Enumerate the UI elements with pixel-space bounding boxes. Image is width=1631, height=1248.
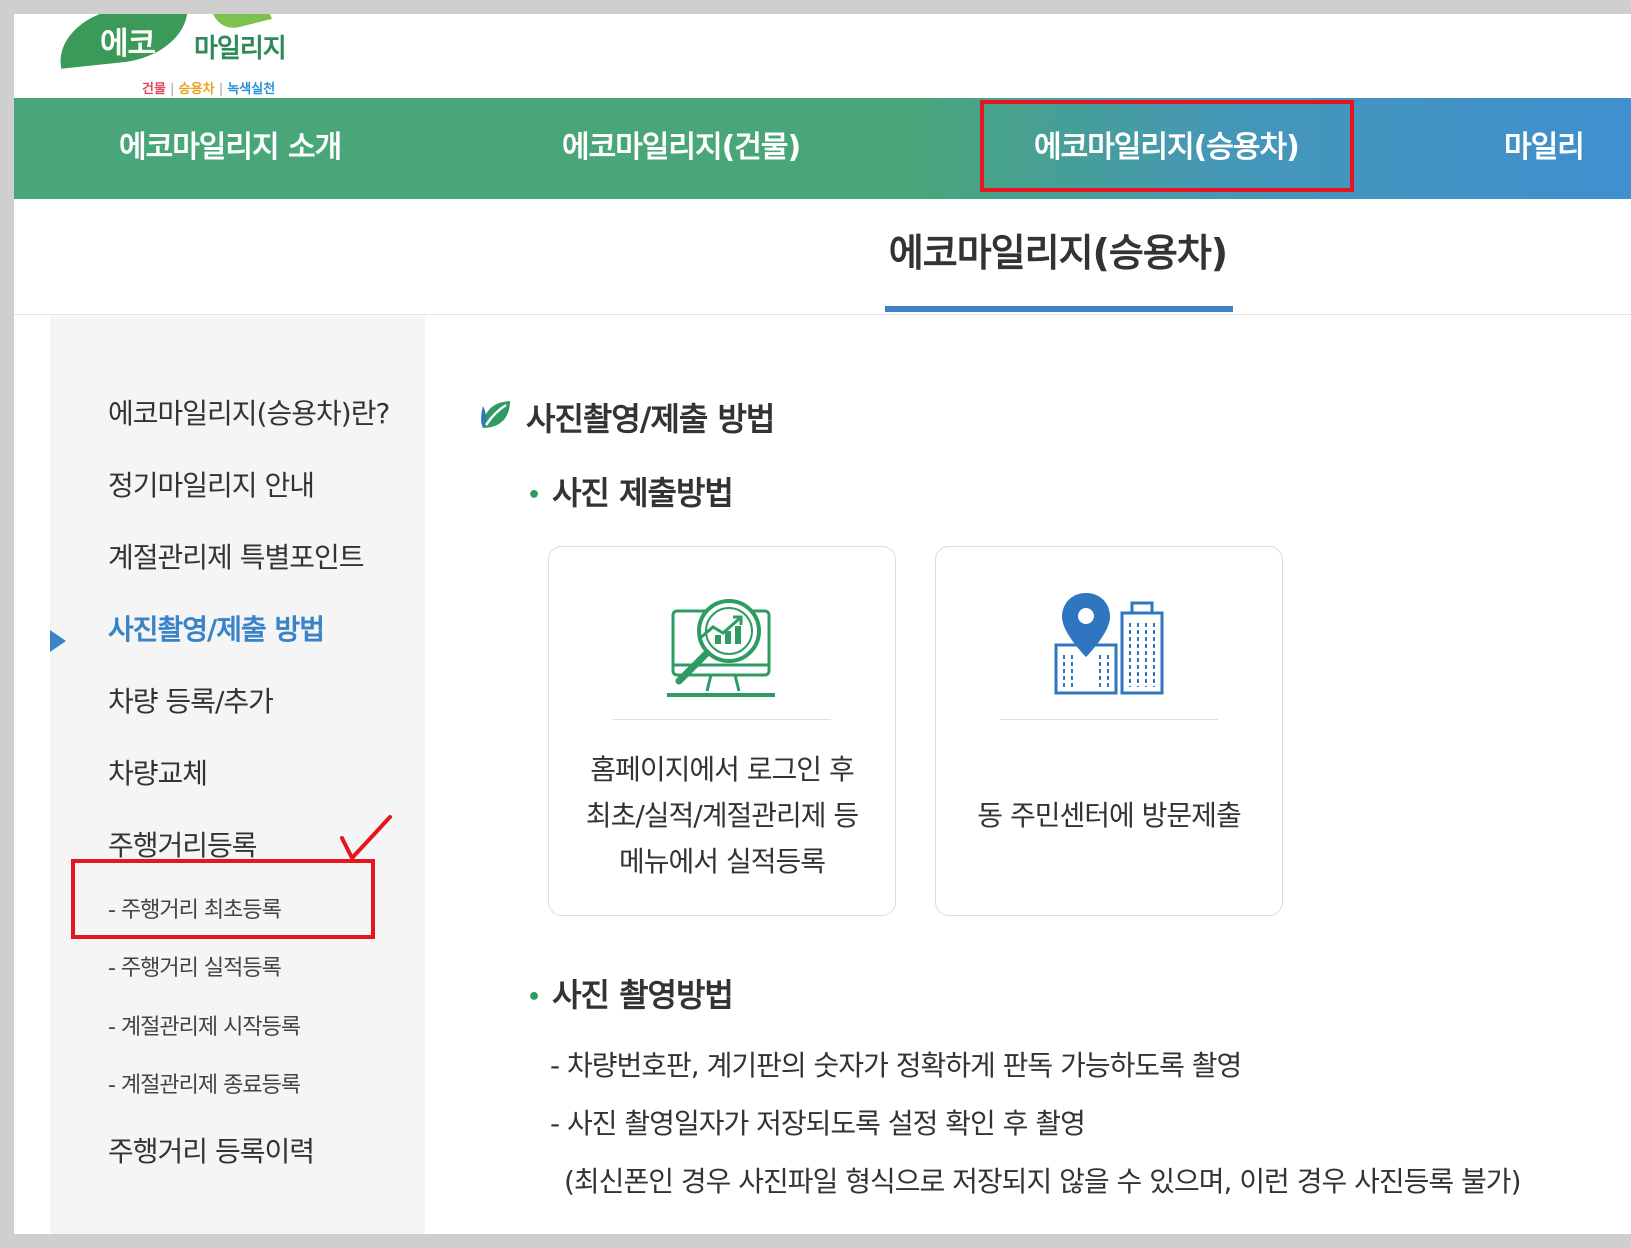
nav-highlight-box — [980, 100, 1354, 192]
sidebar-item-about[interactable]: 에코마일리지(승용차)란? — [108, 392, 390, 432]
sidebar-item-regular-mileage[interactable]: 정기마일리지 안내 — [108, 464, 315, 504]
sidebar-subitem-season-start[interactable]: - 계절관리제 시작등록 — [108, 1009, 301, 1041]
site-logo[interactable]: 에코 마일리지 건물 | 승용차 | 녹색실천 — [55, 14, 318, 106]
submit-method-heading: • 사진 제출방법 — [527, 468, 734, 514]
card-visit-line-1: 동 주민센터에 방문제출 — [977, 799, 1241, 832]
title-divider — [14, 314, 1631, 315]
page-title: 에코마일리지(승용차) — [888, 231, 1228, 275]
shoot-method-line-2: - 사진 촬영일자가 저장되도록 설정 확인 후 촬영 — [550, 1107, 1086, 1140]
nav-item-intro[interactable]: 에코마일리지 소개 — [119, 98, 342, 199]
logo-tagline: 건물 | 승용차 | 녹색실천 — [142, 78, 275, 97]
shoot-method-title: 사진 촬영방법 — [552, 976, 734, 1014]
card-online-text: 홈페이지에서 로그인 후 최초/실적/계절관리제 등 메뉴에서 실적등록 — [549, 747, 895, 885]
sidebar-item-vehicle-register[interactable]: 차량 등록/추가 — [108, 680, 274, 720]
subitem-highlight-box — [71, 859, 375, 939]
sidebar-item-distance-register[interactable]: 주행거리등록 — [108, 824, 258, 864]
nav-item-mileage[interactable]: 마일리 — [1504, 98, 1585, 199]
red-checkmark-icon — [340, 815, 392, 860]
bullet-dot: • — [527, 984, 541, 1010]
shoot-method-line-1: - 차량번호판, 계기판의 숫자가 정확하게 판독 가능하도록 촬영 — [550, 1049, 1242, 1082]
card-divider — [1000, 719, 1218, 720]
logo-brand-sub: 마일리지 — [194, 34, 287, 64]
location-building-icon — [1054, 593, 1164, 695]
logo-tagline-building: 건물 — [142, 82, 166, 97]
sidebar-item-vehicle-replace[interactable]: 차량교체 — [108, 752, 208, 792]
page-title-underline — [885, 306, 1233, 312]
sidebar-item-season-points[interactable]: 계절관리제 특별포인트 — [108, 536, 365, 576]
sidebar-item-distance-history[interactable]: 주행거리 등록이력 — [108, 1130, 315, 1170]
active-arrow-icon — [50, 630, 66, 652]
sidebar-item-photo-method[interactable]: 사진촬영/제출 방법 — [108, 608, 325, 648]
logo-tagline-car: 승용차 — [178, 82, 215, 97]
card-online-line-1: 홈페이지에서 로그인 후 — [590, 753, 854, 786]
logo-tagline-separator: | — [218, 82, 224, 97]
card-divider — [613, 719, 831, 720]
sidebar-subitem-result-register[interactable]: - 주행거리 실적등록 — [108, 950, 282, 982]
shoot-method-note: (최신폰인 경우 사진파일 형식으로 저장되지 않을 수 있으며, 이런 경우 … — [564, 1165, 1521, 1198]
shoot-method-heading: • 사진 촬영방법 — [527, 970, 734, 1016]
section-leaf-icon — [481, 401, 510, 428]
logo-tagline-separator: | — [169, 82, 175, 97]
section-title: 사진촬영/제출 방법 — [526, 400, 775, 438]
page-frame: 에코 마일리지 건물 | 승용차 | 녹색실천 에코마일리지 소개 에코마일리지(건물)… — [14, 14, 1631, 1234]
card-visit-text: 동 주민센터에 방문제출 — [936, 793, 1282, 839]
bullet-dot: • — [527, 482, 541, 508]
monitor-analytics-icon — [667, 599, 775, 697]
sidebar: 에코마일리지(승용차)란? 정기마일리지 안내 계절관리제 특별포인트 사진촬영… — [50, 316, 425, 1234]
submit-card-visit: 동 주민센터에 방문제출 — [935, 546, 1283, 916]
submit-card-online: 홈페이지에서 로그인 후 최초/실적/계절관리제 등 메뉴에서 실적등록 — [548, 546, 896, 916]
top-navigation: 에코마일리지 소개 에코마일리지(건물) 에코마일리지(승용차) 마일리 — [14, 98, 1631, 199]
card-online-line-2: 최초/실적/계절관리제 등 — [585, 799, 859, 832]
nav-item-building[interactable]: 에코마일리지(건물) — [562, 98, 801, 199]
submit-method-title: 사진 제출방법 — [552, 474, 734, 512]
logo-brand-main: 에코 — [100, 26, 156, 62]
card-online-line-3: 메뉴에서 실적등록 — [619, 845, 826, 878]
logo-tagline-green: 녹색실천 — [227, 82, 276, 97]
sidebar-subitem-season-end[interactable]: - 계절관리제 종료등록 — [108, 1067, 301, 1099]
